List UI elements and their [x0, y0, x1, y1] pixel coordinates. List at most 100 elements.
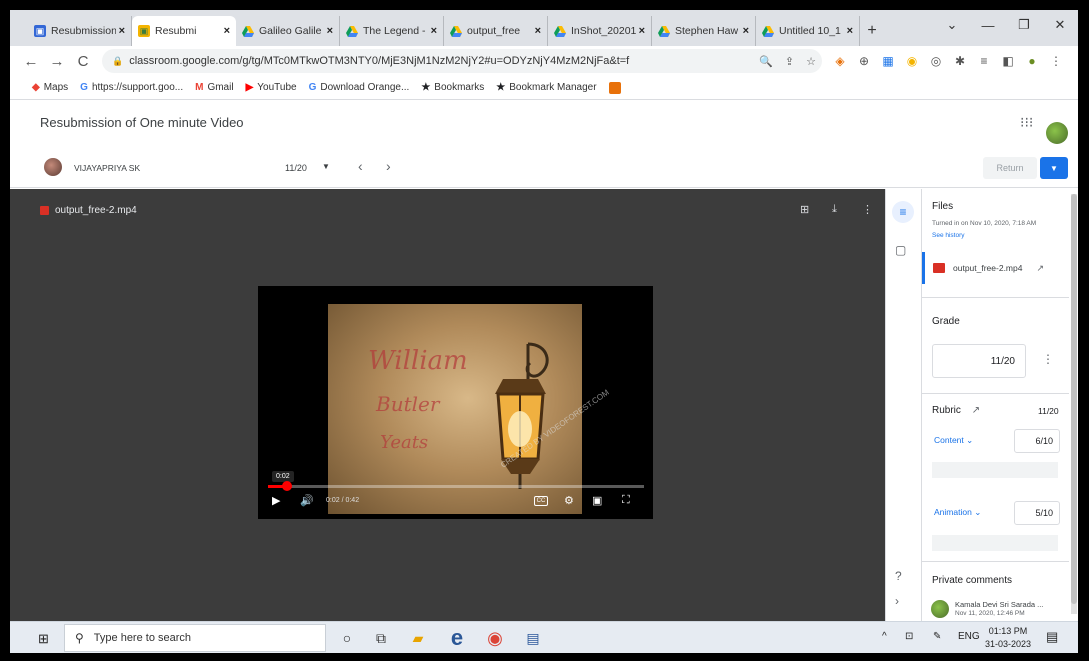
chevron-down-icon[interactable]: ⌄: [974, 507, 981, 517]
reading-list-icon[interactable]: ≡: [972, 54, 996, 68]
tab-close-icon[interactable]: ×: [327, 25, 333, 37]
show-hidden-icons[interactable]: ^: [882, 631, 887, 642]
tab-title[interactable]: Resubmi: [155, 25, 221, 37]
tab-close-icon[interactable]: ×: [639, 25, 645, 37]
bookmark-item[interactable]: ★ Bookmarks: [421, 82, 484, 93]
criterion-score-input[interactable]: 6/10: [1014, 429, 1060, 453]
more-options-icon[interactable]: ⋮: [862, 203, 873, 216]
miniplayer-icon[interactable]: ▣: [592, 494, 602, 507]
browser-tab[interactable]: InShot_20201 ×: [548, 16, 652, 46]
bookmark-item[interactable]: G Download Orange...: [309, 82, 410, 93]
return-dropdown-button[interactable]: ▼: [1040, 157, 1068, 179]
bookmark-label[interactable]: https://support.goo...: [92, 82, 183, 93]
browser-tab[interactable]: Stephen Haw ×: [652, 16, 756, 46]
bookmark-label[interactable]: Bookmark Manager: [509, 82, 596, 93]
play-icon[interactable]: ▶: [272, 494, 280, 507]
extension-icon[interactable]: ⊕: [852, 54, 876, 68]
puzzle-icon[interactable]: ✱: [948, 54, 972, 68]
browser-tab[interactable]: Untitled 10_1 ×: [756, 16, 860, 46]
cortana-icon[interactable]: ○: [336, 627, 358, 649]
tab-title[interactable]: output_free: [467, 25, 532, 37]
zoom-icon[interactable]: 🔍: [759, 55, 773, 68]
bookmark-item[interactable]: Ghttps://support.goo...: [80, 82, 183, 93]
browser-tab[interactable]: ▣ Resubmission ×: [28, 16, 132, 46]
tab-title[interactable]: Resubmission: [51, 25, 116, 37]
bookmark-label[interactable]: Gmail: [207, 82, 233, 93]
tab-close-icon[interactable]: ×: [847, 25, 853, 37]
download-icon[interactable]: ⤓: [832, 203, 837, 216]
camera-icon[interactable]: ◎: [924, 54, 948, 68]
edge-icon[interactable]: e: [446, 625, 468, 650]
chrome-icon[interactable]: ◉: [484, 627, 506, 649]
criterion-label[interactable]: Animation: [934, 507, 972, 517]
browser-tab[interactable]: ▣ Resubmi ×: [132, 16, 236, 46]
word-icon[interactable]: ▤: [522, 627, 544, 649]
apps-grid-icon[interactable]: ⁝⁝⁝: [1020, 114, 1033, 131]
rubric-open-icon[interactable]: ↗: [972, 405, 980, 416]
address-bar[interactable]: 🔒 classroom.google.com/g/tg/MTc0MTkwOTM3…: [102, 49, 822, 73]
browser-tab[interactable]: Galileo Galile ×: [236, 16, 340, 46]
tab-close-icon[interactable]: ×: [535, 25, 541, 37]
bookmark-item[interactable]: ★ Bookmark Manager: [496, 82, 596, 93]
bookmark-label[interactable]: Maps: [44, 82, 68, 93]
tab-close-icon[interactable]: ×: [119, 25, 125, 37]
seek-bar-handle[interactable]: [281, 481, 292, 491]
lock-icon[interactable]: 🔒: [112, 56, 123, 67]
bookmark-label[interactable]: Bookmarks: [434, 82, 484, 93]
url-text[interactable]: classroom.google.com/g/tg/MTc0MTkwOTM3NT…: [129, 55, 753, 67]
collapse-panel-icon[interactable]: ›: [895, 594, 899, 608]
browser-tab[interactable]: output_free ×: [444, 16, 548, 46]
criterion-score-input[interactable]: 5/10: [1014, 501, 1060, 525]
notifications-icon[interactable]: ▤: [1046, 629, 1058, 645]
menu-icon[interactable]: ⋮: [1044, 54, 1068, 68]
bookmark-item[interactable]: ◆ Maps: [32, 82, 68, 93]
tab-search-icon[interactable]: ⌄: [934, 10, 970, 40]
share-icon[interactable]: ⇪: [785, 55, 794, 68]
fullscreen-icon[interactable]: ⛶: [622, 494, 630, 507]
volume-icon[interactable]: 🔊: [300, 494, 314, 507]
tab-close-icon[interactable]: ×: [224, 25, 230, 37]
windows-start-icon[interactable]: ⊞: [38, 631, 49, 647]
taskbar-search[interactable]: ⚲ Type here to search: [64, 624, 326, 652]
tab-title[interactable]: Galileo Galile: [259, 25, 324, 37]
criterion-level-bar[interactable]: [932, 535, 1058, 551]
bookmark-item[interactable]: ▶ YouTube: [246, 82, 297, 93]
file-explorer-icon[interactable]: ▰: [407, 627, 429, 649]
open-in-new-icon[interactable]: ⊞: [800, 203, 809, 216]
pen-icon[interactable]: ✎: [933, 631, 941, 642]
tab-title[interactable]: Stephen Haw: [675, 25, 740, 37]
tab-close-icon[interactable]: ×: [431, 25, 437, 37]
criterion-level-bar[interactable]: [932, 462, 1058, 478]
seek-bar[interactable]: [268, 481, 644, 491]
files-tab-icon[interactable]: ≡: [892, 201, 914, 223]
help-icon[interactable]: ?: [895, 569, 902, 583]
task-view-icon[interactable]: ⧉: [370, 627, 392, 649]
scrollbar-thumb[interactable]: [1071, 194, 1077, 604]
forward-button[interactable]: →: [44, 53, 70, 70]
tab-close-icon[interactable]: ×: [743, 25, 749, 37]
criterion-content[interactable]: Content ⌄: [934, 435, 973, 446]
grade-input[interactable]: 11/20: [932, 344, 1026, 378]
settings-gear-icon[interactable]: ⚙: [564, 494, 574, 507]
chevron-down-icon[interactable]: ⌄: [966, 435, 973, 445]
minimize-button[interactable]: —: [970, 10, 1006, 40]
maximize-button[interactable]: ❐: [1006, 10, 1042, 40]
reload-button[interactable]: C: [70, 53, 96, 70]
student-name[interactable]: VIJAYAPRIYA SK: [74, 163, 140, 173]
extension-icon[interactable]: ◈: [828, 54, 852, 68]
clock[interactable]: 01:13 PM 31-03-2023: [985, 625, 1031, 651]
next-student-button[interactable]: ›: [386, 158, 391, 174]
account-avatar[interactable]: [1046, 122, 1068, 144]
tab-title[interactable]: Untitled 10_1: [779, 25, 844, 37]
criterion-label[interactable]: Content: [934, 435, 964, 445]
extension-icon[interactable]: ▦: [876, 54, 900, 68]
bookmark-item[interactable]: M Gmail: [195, 82, 233, 93]
back-button[interactable]: ←: [18, 53, 44, 70]
side-panel-icon[interactable]: ◧: [996, 54, 1020, 68]
captions-icon[interactable]: CC: [534, 496, 548, 506]
previous-student-button[interactable]: ‹: [358, 158, 363, 174]
comments-tab-icon[interactable]: ▢: [895, 243, 906, 257]
tab-title[interactable]: InShot_20201: [571, 25, 636, 37]
new-tab-button[interactable]: +: [860, 16, 884, 46]
criterion-animation[interactable]: Animation ⌄: [934, 507, 981, 518]
